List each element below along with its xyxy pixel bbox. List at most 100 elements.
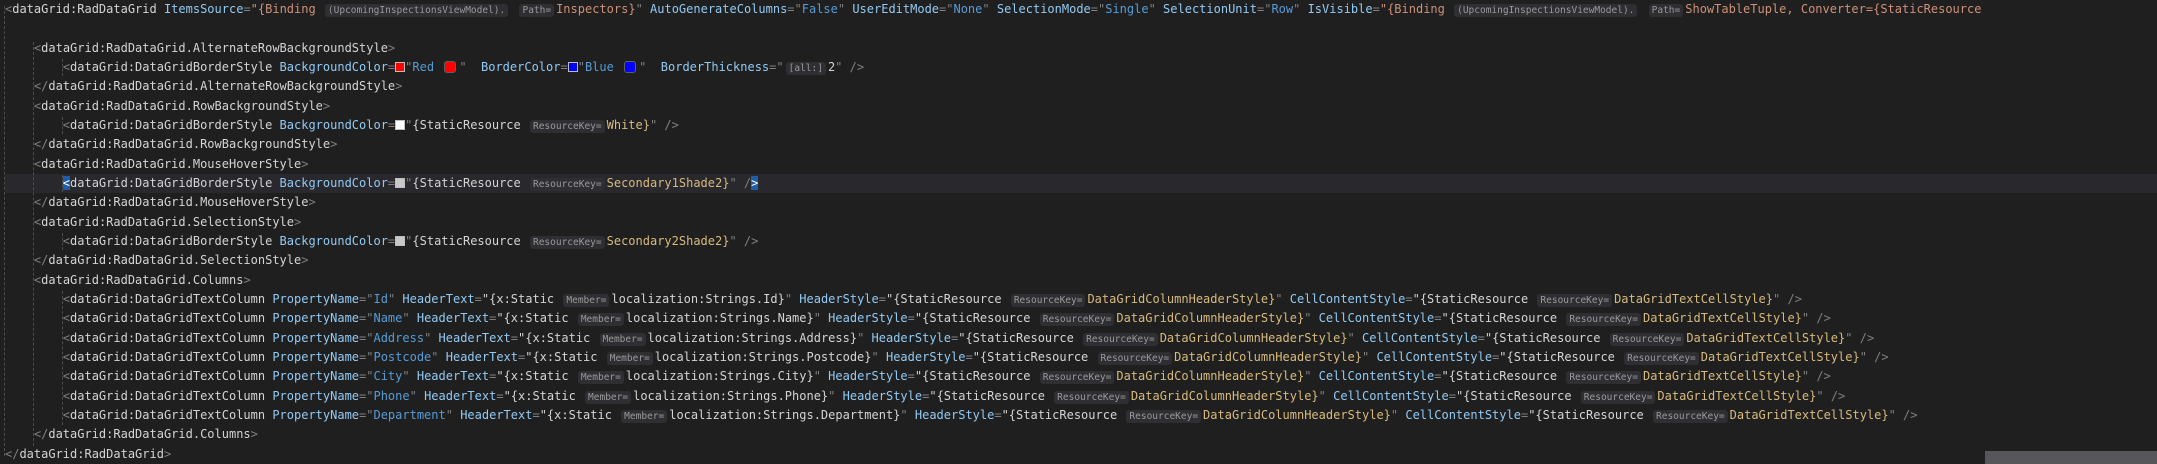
inlay-hint: ResourceKey= bbox=[1566, 313, 1641, 326]
code-token-tag: dataGrid:DataGridTextColumn bbox=[70, 408, 265, 422]
code-token-plain: "{StaticResource bbox=[915, 311, 1038, 325]
code-line[interactable]: <dataGrid:DataGridTextColumn PropertyNam… bbox=[5, 329, 2157, 348]
inlay-hint: ResourceKey= bbox=[530, 120, 605, 133]
code-line[interactable]: </dataGrid:RadDataGrid.Columns> bbox=[5, 425, 2157, 444]
inlay-hint: Path= bbox=[1649, 4, 1684, 17]
code-token-attr: HeaderText bbox=[417, 389, 496, 403]
inlay-hint: Member= bbox=[621, 410, 667, 423]
code-token-tag: dataGrid:RadDataGrid bbox=[19, 447, 164, 461]
code-token-punc: " bbox=[402, 311, 409, 325]
code-line[interactable]: <dataGrid:DataGridBorderStyle Background… bbox=[5, 232, 2157, 251]
code-token-attr: HeaderStyle bbox=[908, 408, 995, 422]
code-line[interactable]: </dataGrid:RadDataGrid.MouseHoverStyle> bbox=[5, 193, 2157, 212]
code-line[interactable]: </dataGrid:RadDataGrid.RowBackgroundStyl… bbox=[5, 135, 2157, 154]
code-token-punc: " bbox=[578, 60, 585, 74]
code-token-punc: " bbox=[459, 60, 466, 74]
code-token-punc: = bbox=[908, 311, 915, 325]
code-token-punc: < bbox=[63, 60, 70, 74]
code-line[interactable]: <dataGrid:DataGridTextColumn PropertyNam… bbox=[5, 348, 2157, 367]
code-token-gold: DataGridColumnHeaderStyle} bbox=[1116, 311, 1304, 325]
color-swatch[interactable] bbox=[395, 236, 405, 246]
code-token-plain: localization:Strings.Address} bbox=[648, 331, 858, 345]
code-token-tag: dataGrid:DataGridTextColumn bbox=[70, 389, 265, 403]
code-token-punc: =" bbox=[787, 2, 801, 16]
indent-guide bbox=[33, 42, 34, 446]
code-token-plain: "{x:Static bbox=[504, 389, 583, 403]
color-swatch[interactable] bbox=[624, 61, 636, 73]
code-line[interactable]: <dataGrid:RadDataGrid.MouseHoverStyle> bbox=[5, 155, 2157, 174]
code-line-current[interactable]: <dataGrid:DataGridBorderStyle Background… bbox=[5, 174, 2157, 193]
color-swatch[interactable] bbox=[395, 178, 405, 188]
code-line[interactable] bbox=[5, 19, 2157, 38]
code-token-attr: UserEditMode bbox=[845, 2, 939, 16]
code-token-val: City bbox=[373, 369, 402, 383]
inlay-hint: ResourceKey= bbox=[1653, 410, 1728, 423]
code-line[interactable]: <dataGrid:DataGridTextColumn PropertyNam… bbox=[5, 387, 2157, 406]
code-token-punc: =" bbox=[1257, 2, 1271, 16]
code-line[interactable]: <dataGrid:DataGridTextColumn PropertyNam… bbox=[5, 367, 2157, 386]
code-token-punc: " bbox=[1348, 331, 1355, 345]
code-token-punc: = bbox=[965, 350, 972, 364]
code-line[interactable]: <dataGrid:DataGridBorderStyle Background… bbox=[5, 58, 2157, 77]
code-line[interactable]: <dataGrid:DataGridTextColumn PropertyNam… bbox=[5, 309, 2157, 328]
code-token-plain: localization:Strings.Id} bbox=[611, 292, 784, 306]
horizontal-scrollbar-thumb[interactable] bbox=[1985, 451, 2157, 464]
indent-guide bbox=[62, 117, 63, 134]
code-token-sp bbox=[5, 41, 34, 55]
code-token-plain: "{StaticResource bbox=[1413, 292, 1536, 306]
inlay-hint: ResourceKey= bbox=[530, 178, 605, 191]
code-token-attr: HeaderStyle bbox=[792, 292, 879, 306]
code-token-plain: "{StaticResource bbox=[929, 389, 1052, 403]
code-line[interactable]: <dataGrid:DataGridBorderStyle Background… bbox=[5, 116, 2157, 135]
code-token-attr: PropertyName bbox=[265, 292, 359, 306]
code-token-punc: > bbox=[301, 157, 308, 171]
code-token-attr: BorderColor bbox=[481, 60, 560, 74]
code-token-gold: Secondary2Shade2} bbox=[607, 234, 730, 248]
code-token-punc: < bbox=[63, 118, 70, 132]
indent-guide bbox=[62, 59, 63, 76]
code-line[interactable]: <dataGrid:RadDataGrid.Columns> bbox=[5, 271, 2157, 290]
code-token-gold: DataGridTextCellStyle} bbox=[1643, 369, 1802, 383]
code-token-punc: " bbox=[402, 369, 409, 383]
code-line[interactable]: <dataGrid:DataGridTextColumn PropertyNam… bbox=[5, 406, 2157, 425]
code-token-punc: </ bbox=[34, 79, 48, 93]
inlay-hint: [all:] bbox=[786, 62, 826, 75]
color-swatch[interactable] bbox=[568, 62, 578, 72]
code-token-plain: localization:Strings.City} bbox=[626, 369, 814, 383]
code-token-gold: DataGridTextCellStyle} bbox=[1686, 331, 1845, 345]
inlay-hint: ResourceKey= bbox=[1537, 294, 1612, 307]
code-line[interactable]: <dataGrid:RadDataGrid.RowBackgroundStyle… bbox=[5, 97, 2157, 116]
code-token-punc: < bbox=[63, 369, 70, 383]
inlay-hint: ResourceKey= bbox=[1098, 352, 1173, 365]
code-line[interactable]: </dataGrid:RadDataGrid.SelectionStyle> bbox=[5, 251, 2157, 270]
code-token-punc: " /> bbox=[1802, 369, 1831, 383]
code-token-gold: DataGridColumnHeaderStyle} bbox=[1116, 369, 1304, 383]
code-line[interactable]: <dataGrid:DataGridTextColumn PropertyNam… bbox=[5, 290, 2157, 309]
code-token-attr: PropertyName bbox=[265, 389, 359, 403]
code-line[interactable]: </dataGrid:RadDataGrid> bbox=[5, 445, 2157, 464]
code-token-attr: HeaderText bbox=[439, 350, 518, 364]
code-token-punc: " bbox=[1149, 2, 1156, 16]
color-swatch[interactable] bbox=[444, 61, 456, 73]
code-token-attr: PropertyName bbox=[265, 350, 359, 364]
code-token-plain: "{StaticResource bbox=[1442, 369, 1565, 383]
code-token-attr: CellContentStyle bbox=[1398, 408, 1521, 422]
code-token-val: Blue bbox=[585, 60, 614, 74]
code-token-punc: =" bbox=[939, 2, 953, 16]
xaml-code-editor[interactable]: <dataGrid:RadDataGrid ItemsSource="{Bind… bbox=[0, 0, 2157, 464]
code-token-punc: " bbox=[814, 369, 821, 383]
code-token-plain: "{StaticResource bbox=[1456, 389, 1579, 403]
code-token-punc: > bbox=[308, 195, 315, 209]
code-line[interactable]: </dataGrid:RadDataGrid.AlternateRowBackg… bbox=[5, 77, 2157, 96]
code-token-punc: > bbox=[301, 253, 308, 267]
code-token-gold: DataGridColumnHeaderStyle} bbox=[1087, 292, 1275, 306]
code-line[interactable]: <dataGrid:RadDataGrid.AlternateRowBackgr… bbox=[5, 39, 2157, 58]
code-line[interactable]: <dataGrid:RadDataGrid ItemsSource="{Bind… bbox=[5, 0, 2157, 19]
color-swatch[interactable] bbox=[395, 62, 405, 72]
color-swatch[interactable] bbox=[395, 120, 405, 130]
code-token-punc: </ bbox=[34, 195, 48, 209]
code-token-attr: CellContentStyle bbox=[1326, 389, 1449, 403]
code-line[interactable]: <dataGrid:RadDataGrid.SelectionStyle> bbox=[5, 213, 2157, 232]
code-token-attr: ItemsSource bbox=[157, 2, 244, 16]
code-token-tag: dataGrid:DataGridBorderStyle bbox=[70, 60, 272, 74]
